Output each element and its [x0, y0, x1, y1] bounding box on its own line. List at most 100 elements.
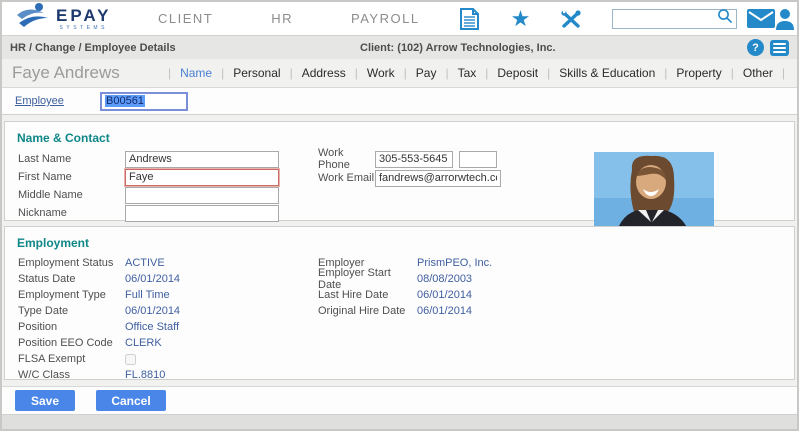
- employment-type-row: Employment Type Full Time: [5, 287, 180, 303]
- breadcrumb-bar: HR / Change / Employee Details Client: (…: [2, 35, 797, 59]
- work-phone-ext-input[interactable]: [459, 151, 497, 168]
- title-row: Faye Andrews | Name | Personal | Address…: [2, 59, 797, 87]
- flsa-exempt-row: FLSA Exempt: [5, 351, 180, 367]
- footer-strip: [2, 415, 797, 431]
- top-navigation-bar: EPAY SYSTEMS CLIENT HR PAYROLL ★: [2, 2, 797, 35]
- flsa-exempt-label: FLSA Exempt: [5, 353, 125, 365]
- original-hire-date-value: 06/01/2014: [417, 305, 472, 317]
- employer-start-date-row: Employer Start Date 08/08/2003: [305, 271, 492, 287]
- work-phone-input[interactable]: [375, 151, 453, 168]
- app-window: EPAY SYSTEMS CLIENT HR PAYROLL ★: [0, 0, 799, 431]
- tab-deposit[interactable]: Deposit: [488, 66, 547, 80]
- search-input[interactable]: [617, 13, 717, 25]
- work-phone-label: Work Phone: [305, 147, 375, 171]
- employment-panel: Employment Employment Status ACTIVE Stat…: [4, 226, 795, 380]
- tab-address[interactable]: Address: [293, 66, 355, 80]
- name-contact-panel: Name & Contact Last Name First Name Midd…: [4, 121, 795, 221]
- employer-start-date-value: 08/08/2003: [417, 273, 472, 285]
- employee-id-input[interactable]: B00561: [100, 92, 188, 111]
- employee-id-value: B00561: [105, 95, 145, 107]
- nickname-label: Nickname: [5, 207, 125, 219]
- status-date-label: Status Date: [5, 273, 125, 285]
- work-email-label: Work Email: [305, 172, 375, 184]
- work-email-row: Work Email: [305, 169, 501, 187]
- main-menu: CLIENT HR PAYROLL: [158, 3, 420, 34]
- employment-status-value: ACTIVE: [125, 257, 165, 269]
- tab-other[interactable]: Other: [734, 66, 782, 80]
- type-date-label: Type Date: [5, 305, 125, 317]
- menu-item-hr[interactable]: HR: [271, 3, 293, 34]
- last-hire-date-label: Last Hire Date: [305, 289, 417, 301]
- employee-link[interactable]: Employee: [15, 95, 100, 107]
- employer-value: PrismPEO, Inc.: [417, 257, 492, 269]
- position-eeo-value: CLERK: [125, 337, 162, 349]
- search-icon[interactable]: [717, 8, 733, 29]
- original-hire-date-row: Original Hire Date 06/01/2014: [305, 303, 492, 319]
- employment-status-row: Employment Status ACTIVE: [5, 255, 180, 271]
- tab-bar: | Name | Personal | Address | Work | Pay…: [168, 66, 785, 80]
- last-hire-date-value: 06/01/2014: [417, 289, 472, 301]
- nickname-row: Nickname: [5, 204, 279, 222]
- tab-pay[interactable]: Pay: [407, 66, 446, 80]
- last-name-row: Last Name: [5, 150, 279, 168]
- middle-name-label: Middle Name: [5, 189, 125, 201]
- employment-title: Employment: [5, 227, 794, 255]
- tab-work[interactable]: Work: [358, 66, 404, 80]
- menu-list-icon[interactable]: [770, 40, 789, 56]
- employee-lookup-strip: Employee B00561: [2, 87, 797, 115]
- wc-class-label: W/C Class: [5, 369, 125, 381]
- action-bar: Save Cancel: [2, 386, 797, 415]
- save-button[interactable]: Save: [15, 390, 75, 411]
- middle-name-input[interactable]: [125, 187, 279, 204]
- breadcrumb: HR / Change / Employee Details: [10, 42, 176, 54]
- first-name-label: First Name: [5, 171, 125, 183]
- type-date-value: 06/01/2014: [125, 305, 180, 317]
- status-date-row: Status Date 06/01/2014: [5, 271, 180, 287]
- tab-skills-education[interactable]: Skills & Education: [550, 66, 664, 80]
- name-contact-title: Name & Contact: [5, 122, 794, 150]
- menu-item-payroll[interactable]: PAYROLL: [351, 3, 420, 34]
- epay-swoosh-icon: [14, 1, 54, 36]
- client-label: Client: (102) Arrow Technologies, Inc.: [360, 42, 556, 54]
- cancel-button[interactable]: Cancel: [96, 390, 166, 411]
- work-phone-row: Work Phone: [305, 150, 501, 168]
- status-date-value: 06/01/2014: [125, 273, 180, 285]
- mail-icon[interactable]: [747, 9, 775, 28]
- help-icon[interactable]: ?: [747, 39, 764, 56]
- logo-subtext: SYSTEMS: [56, 26, 111, 31]
- wc-class-value: FL.8810: [125, 369, 165, 381]
- tab-tax[interactable]: Tax: [449, 66, 486, 80]
- last-name-label: Last Name: [5, 153, 125, 165]
- first-name-row: First Name: [5, 168, 279, 186]
- work-email-input[interactable]: [375, 170, 501, 187]
- last-name-input[interactable]: [125, 151, 279, 168]
- tools-icon[interactable]: [560, 9, 582, 29]
- position-eeo-row: Position EEO Code CLERK: [5, 335, 180, 351]
- user-icon[interactable]: [775, 8, 795, 30]
- page-title: Faye Andrews: [12, 63, 120, 83]
- tab-personal[interactable]: Personal: [224, 66, 289, 80]
- position-label: Position: [5, 321, 125, 333]
- flsa-exempt-checkbox[interactable]: [125, 354, 136, 365]
- menu-item-client[interactable]: CLIENT: [158, 3, 213, 34]
- tab-name[interactable]: Name: [171, 66, 221, 80]
- employer-start-date-label: Employer Start Date: [305, 267, 417, 291]
- last-hire-date-row: Last Hire Date 06/01/2014: [305, 287, 492, 303]
- position-row: Position Office Staff: [5, 319, 180, 335]
- first-name-input[interactable]: [125, 169, 279, 186]
- employment-type-label: Employment Type: [5, 289, 125, 301]
- document-icon[interactable]: [460, 8, 479, 30]
- nickname-input[interactable]: [125, 205, 279, 222]
- star-icon[interactable]: ★: [511, 8, 531, 30]
- global-search-box: [612, 9, 737, 29]
- employment-type-value: Full Time: [125, 289, 170, 301]
- original-hire-date-label: Original Hire Date: [305, 305, 417, 317]
- logo-text: EPAY: [56, 7, 111, 24]
- wc-class-row: W/C Class FL.8810: [5, 367, 180, 383]
- position-value: Office Staff: [125, 321, 179, 333]
- position-eeo-label: Position EEO Code: [5, 337, 125, 349]
- employment-status-label: Employment Status: [5, 257, 125, 269]
- tab-property[interactable]: Property: [667, 66, 730, 80]
- epay-logo[interactable]: EPAY SYSTEMS: [14, 1, 132, 36]
- middle-name-row: Middle Name: [5, 186, 279, 204]
